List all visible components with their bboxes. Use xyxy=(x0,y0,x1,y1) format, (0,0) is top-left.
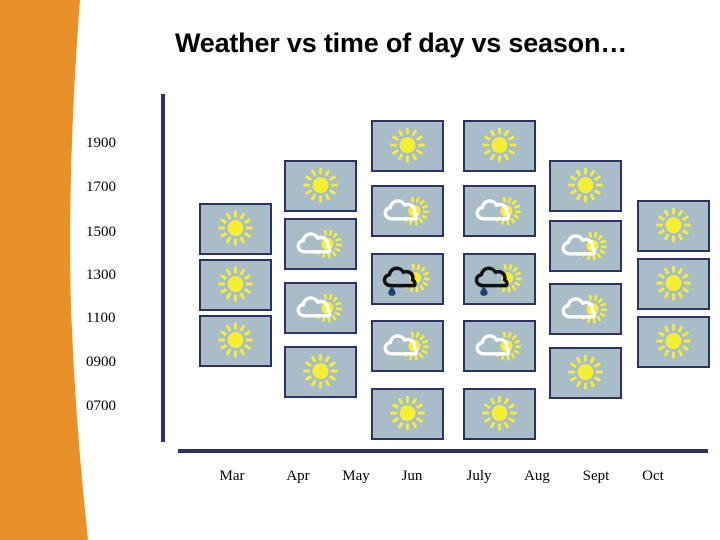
weather-tile xyxy=(199,315,272,367)
weather-tile xyxy=(371,320,444,372)
sun-icon xyxy=(639,260,708,308)
rain-icon xyxy=(465,255,534,303)
partly-cloudy-icon xyxy=(286,220,355,268)
weather-tile xyxy=(199,259,272,311)
partly-cloudy-icon xyxy=(551,285,620,333)
sun-icon xyxy=(201,205,270,253)
partly-cloudy-icon xyxy=(373,322,442,370)
weather-tile xyxy=(463,320,536,372)
weather-tile xyxy=(199,203,272,255)
weather-tile xyxy=(371,185,444,237)
sun-icon xyxy=(551,349,620,397)
partly-cloudy-icon xyxy=(465,187,534,235)
weather-tile xyxy=(549,220,622,272)
y-axis-tick-1100: 1100 xyxy=(86,310,116,326)
x-axis-tick-July: July xyxy=(466,468,492,484)
page-title: Weather vs time of day vs season… xyxy=(174,28,628,58)
sun-icon xyxy=(639,318,708,366)
y-axis-tick-1300: 1300 xyxy=(86,267,116,283)
sun-icon xyxy=(465,122,534,170)
x-axis-tick-Mar: Mar xyxy=(219,468,245,484)
weather-tile xyxy=(637,316,710,368)
weather-tile xyxy=(284,218,357,270)
sun-icon xyxy=(286,162,355,210)
x-axis-tick-Apr: Apr xyxy=(286,468,310,484)
sun-icon xyxy=(551,162,620,210)
sun-icon xyxy=(465,390,534,438)
x-axis-tick-Aug: Aug xyxy=(524,468,550,484)
weather-tile xyxy=(549,283,622,335)
weather-tile xyxy=(549,347,622,399)
y-axis-line xyxy=(161,94,165,442)
weather-tile xyxy=(637,258,710,310)
weather-tile xyxy=(371,388,444,440)
weather-tile xyxy=(463,185,536,237)
y-axis-tick-1500: 1500 xyxy=(86,224,116,240)
weather-tile xyxy=(463,120,536,172)
sun-icon xyxy=(373,390,442,438)
weather-tile xyxy=(463,388,536,440)
x-axis-tick-May: May xyxy=(342,468,370,484)
weather-tile xyxy=(371,253,444,305)
weather-tile xyxy=(284,282,357,334)
partly-cloudy-icon xyxy=(465,322,534,370)
x-axis-tick-Jun: Jun xyxy=(401,468,423,484)
sun-icon xyxy=(373,122,442,170)
y-axis-tick-0900: 0900 xyxy=(86,354,116,370)
sun-icon xyxy=(201,261,270,309)
slide-canvas: Weather vs time of day vs season… 1900 17… xyxy=(0,0,720,540)
x-axis-line xyxy=(178,449,708,453)
weather-tile xyxy=(371,120,444,172)
partly-cloudy-icon xyxy=(286,284,355,332)
x-axis-tick-Sept: Sept xyxy=(582,468,610,484)
weather-tile xyxy=(637,200,710,252)
y-axis-tick-1900: 1900 xyxy=(86,135,116,151)
weather-tile xyxy=(463,253,536,305)
weather-tile xyxy=(284,160,357,212)
weather-tile xyxy=(549,160,622,212)
y-axis-tick-1700: 1700 xyxy=(86,179,116,195)
sun-icon xyxy=(639,202,708,250)
y-axis-tick-0700: 0700 xyxy=(86,398,116,414)
x-axis-tick-Oct: Oct xyxy=(642,468,664,484)
partly-cloudy-icon xyxy=(373,187,442,235)
weather-tile xyxy=(284,346,357,398)
sun-icon xyxy=(286,348,355,396)
sun-icon xyxy=(201,317,270,365)
rain-icon xyxy=(373,255,442,303)
orange-accent-band xyxy=(0,0,88,540)
partly-cloudy-icon xyxy=(551,222,620,270)
